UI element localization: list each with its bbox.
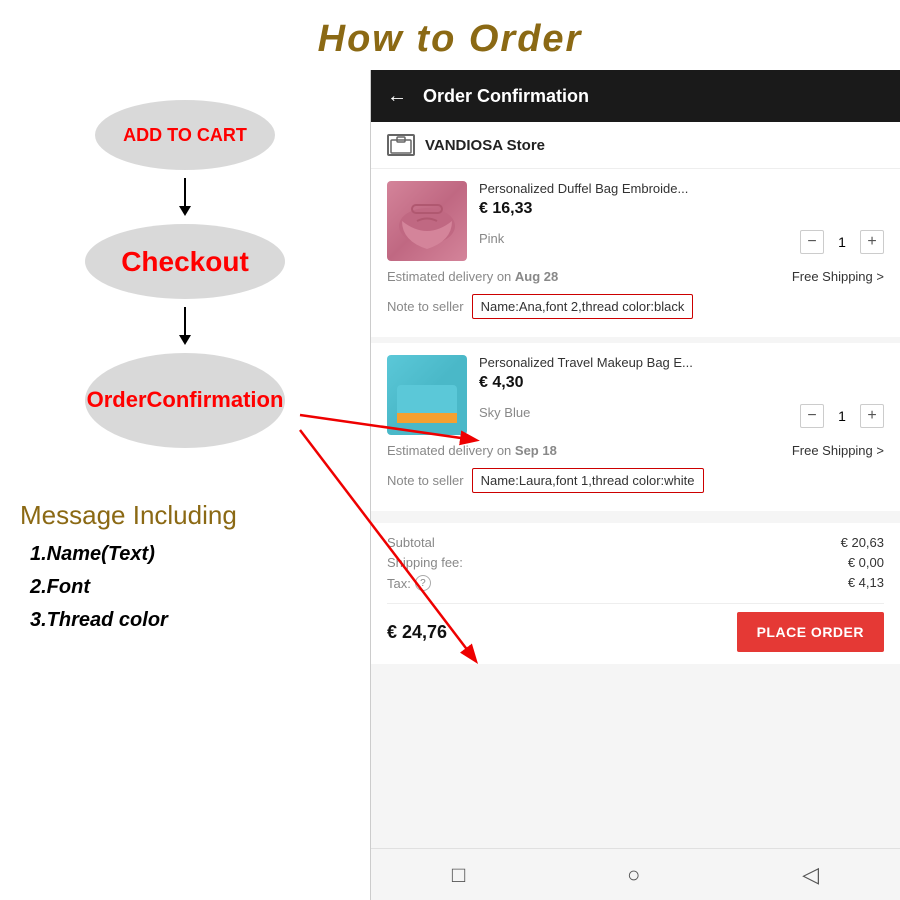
delivery-date-1: Aug 28 [515,269,558,284]
step2-oval: Checkout [85,224,285,299]
nav-home-icon[interactable]: □ [452,862,465,888]
nav-back-icon[interactable]: ◁ [802,862,819,888]
qty-value-2: 1 [834,408,850,424]
product-name-1: Personalized Duffel Bag Embroide... [479,181,884,196]
phone-nav-bar: □ ○ ◁ [371,848,900,900]
right-panel: ← Order Confirmation VANDIOSA Store [370,70,900,900]
store-icon [387,134,415,156]
note-label-1: Note to seller [387,299,464,314]
product-card-2: Personalized Travel Makeup Bag E... € 4,… [371,343,900,517]
total-amount: € 24,76 [387,622,447,643]
left-panel: ADD TO CART Checkout Order Confirmation … [0,70,370,900]
place-order-button[interactable]: PLACE ORDER [737,612,884,652]
step3-oval: Order Confirmation [85,353,285,448]
step3-line2: Confirmation [147,387,284,413]
product-price-1: € 16,33 [479,200,884,218]
product-row-2: Personalized Travel Makeup Bag E... € 4,… [387,355,884,435]
message-item-2: 2.Font [30,576,237,599]
message-item-3: 3.Thread color [30,609,237,632]
free-shipping-2[interactable]: Free Shipping > [792,443,884,458]
store-header: VANDIOSA Store [371,122,900,169]
step1-oval: ADD TO CART [95,100,275,170]
shipping-row: Shipping fee: € 0,00 [387,555,884,570]
message-list: 1.Name(Text) 2.Font 3.Thread color [20,543,237,632]
qty-minus-2[interactable]: − [800,404,824,428]
subtotal-label: Subtotal [387,535,435,550]
message-title: Message Including [20,500,237,531]
product-image-1 [387,181,467,261]
delivery-row-1: Estimated delivery on Aug 28 Free Shippi… [387,261,884,288]
product-row-1: Personalized Duffel Bag Embroide... € 16… [387,181,884,261]
product-price-2: € 4,30 [479,374,884,392]
free-shipping-1[interactable]: Free Shipping > [792,269,884,284]
phone-content: VANDIOSA Store [371,122,900,848]
subtotal-value: € 20,63 [841,535,884,550]
message-section: Message Including 1.Name(Text) 2.Font 3.… [20,500,237,642]
tax-row: Tax: ? € 4,13 [387,575,884,591]
product-variant-1: Pink [479,231,504,246]
qty-controls-2: − 1 + [800,404,884,428]
qty-minus-1[interactable]: − [800,230,824,254]
product-info-2: Personalized Travel Makeup Bag E... € 4,… [479,355,884,428]
qty-value-1: 1 [834,234,850,250]
delivery-text-1: Estimated delivery on Aug 28 [387,269,558,284]
phone-header: ← Order Confirmation [371,70,900,122]
delivery-date-2: Sep 18 [515,443,557,458]
back-button[interactable]: ← [387,85,407,108]
arrow2 [184,307,186,337]
step3-line1: Order [87,387,147,413]
product-info-1: Personalized Duffel Bag Embroide... € 16… [479,181,884,254]
header-title: Order Confirmation [423,86,589,107]
tax-label: Tax: ? [387,575,431,591]
shipping-label: Shipping fee: [387,555,463,570]
qty-controls-1: − 1 + [800,230,884,254]
bag-image [387,181,467,261]
product-name-2: Personalized Travel Makeup Bag E... [479,355,884,370]
product-variant-2: Sky Blue [479,405,530,420]
total-row: € 24,76 PLACE ORDER [387,603,884,652]
order-summary: Subtotal € 20,63 Shipping fee: € 0,00 Ta… [371,523,900,664]
qty-plus-2[interactable]: + [860,404,884,428]
delivery-text-2: Estimated delivery on Sep 18 [387,443,557,458]
flow-diagram: ADD TO CART Checkout Order Confirmation [0,70,370,448]
tax-info-icon[interactable]: ? [415,575,431,591]
note-value-2[interactable]: Name:Laura,font 1,thread color:white [472,468,704,493]
arrow1 [184,178,186,208]
shipping-value: € 0,00 [848,555,884,570]
note-value-1[interactable]: Name:Ana,font 2,thread color:black [472,294,694,319]
qty-plus-1[interactable]: + [860,230,884,254]
note-row-1: Note to seller Name:Ana,font 2,thread co… [387,288,884,325]
nav-circle-icon[interactable]: ○ [627,862,640,888]
message-item-1: 1.Name(Text) [30,543,237,566]
tax-value: € 4,13 [848,575,884,591]
subtotal-row: Subtotal € 20,63 [387,535,884,550]
note-label-2: Note to seller [387,473,464,488]
pouch-image [387,355,467,435]
note-row-2: Note to seller Name:Laura,font 1,thread … [387,462,884,499]
product-image-2 [387,355,467,435]
product-card-1: Personalized Duffel Bag Embroide... € 16… [371,169,900,343]
phone-screen: ← Order Confirmation VANDIOSA Store [371,70,900,900]
delivery-row-2: Estimated delivery on Sep 18 Free Shippi… [387,435,884,462]
store-name: VANDIOSA Store [425,137,545,154]
page-title: How to Order [0,0,900,71]
